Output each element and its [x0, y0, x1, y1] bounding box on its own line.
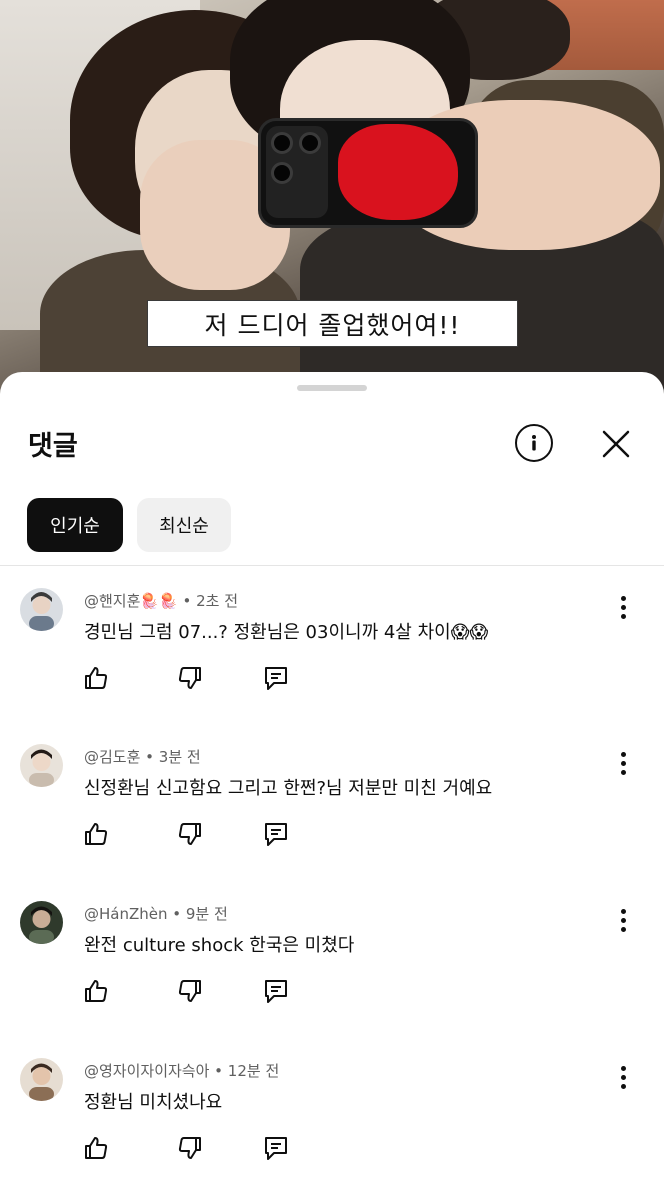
phone-camera	[266, 126, 328, 218]
dislike-icon[interactable]	[176, 820, 204, 848]
dislike-icon[interactable]	[176, 1134, 204, 1162]
dislike-icon[interactable]	[176, 664, 204, 692]
comment-text: 정환님 미치셨나요	[84, 1092, 223, 1113]
video-player[interactable]: 저 드디어 졸업했어여!!	[0, 0, 664, 400]
comment-text: 경민님 그럼 07...? 정환님은 03이니까 4살 차이😱😱	[84, 622, 489, 643]
like-icon[interactable]	[82, 820, 110, 848]
divider	[0, 565, 664, 566]
more-options-button[interactable]	[608, 592, 638, 622]
avatar[interactable]	[20, 744, 63, 787]
sort-chip-top[interactable]: 인기순	[27, 498, 123, 552]
comment-item: @HánZhèn • 9분 전 완전 culture shock 한국은 미쳤다	[0, 901, 664, 1051]
video-subtitle: 저 드디어 졸업했어여!!	[147, 300, 518, 347]
close-button[interactable]	[598, 426, 634, 462]
camera-lens	[271, 132, 293, 154]
comment-item: @영자이자이자슥아 • 12분 전 정환님 미치셨나요	[0, 1058, 664, 1200]
reply-icon[interactable]	[262, 664, 290, 692]
more-options-button[interactable]	[608, 1062, 638, 1092]
like-icon[interactable]	[82, 664, 110, 692]
avatar[interactable]	[20, 1058, 63, 1101]
drag-handle[interactable]	[297, 385, 367, 391]
comment-meta: @HánZhèn • 9분 전	[84, 905, 228, 923]
comment-actions	[82, 1134, 302, 1164]
comments-title: 댓글	[28, 431, 78, 462]
info-button[interactable]	[515, 424, 553, 462]
more-options-button[interactable]	[608, 748, 638, 778]
avatar[interactable]	[20, 588, 63, 631]
avatar-image	[20, 744, 63, 787]
comment-item: @핸지훈🪼🪼 • 2초 전 경민님 그럼 07...? 정환님은 03이니까 4…	[0, 588, 664, 738]
comment-actions	[82, 664, 302, 694]
phone-case-heart	[338, 124, 458, 220]
avatar-image	[20, 1058, 63, 1101]
reply-icon[interactable]	[262, 1134, 290, 1162]
comment-actions	[82, 977, 302, 1007]
comment-text: 완전 culture shock 한국은 미쳤다	[84, 935, 355, 956]
sort-chip-newest[interactable]: 최신순	[137, 498, 231, 552]
comment-meta: @김도훈 • 3분 전	[84, 748, 201, 766]
like-icon[interactable]	[82, 977, 110, 1005]
info-icon	[532, 435, 536, 451]
dislike-icon[interactable]	[176, 977, 204, 1005]
close-icon	[602, 430, 630, 458]
camera-lens	[271, 162, 293, 184]
reply-icon[interactable]	[262, 820, 290, 848]
avatar-image	[20, 588, 63, 631]
avatar-image	[20, 901, 63, 944]
more-options-button[interactable]	[608, 905, 638, 935]
comment-meta: @핸지훈🪼🪼 • 2초 전	[84, 592, 239, 610]
comment-actions	[82, 820, 302, 850]
camera-lens	[299, 132, 321, 154]
avatar[interactable]	[20, 901, 63, 944]
reply-icon[interactable]	[262, 977, 290, 1005]
like-icon[interactable]	[82, 1134, 110, 1162]
comment-meta: @영자이자이자슥아 • 12분 전	[84, 1062, 280, 1080]
comment-item: @김도훈 • 3분 전 신정환님 신고함요 그리고 한쩐?님 저분만 미친 거예…	[0, 744, 664, 894]
comment-text: 신정환님 신고함요 그리고 한쩐?님 저분만 미친 거예요	[84, 778, 493, 799]
comments-sheet: 댓글 인기순 최신순 @핸지훈🪼🪼 • 2초 전 경민님 그럼 07...? 정…	[0, 372, 664, 1200]
